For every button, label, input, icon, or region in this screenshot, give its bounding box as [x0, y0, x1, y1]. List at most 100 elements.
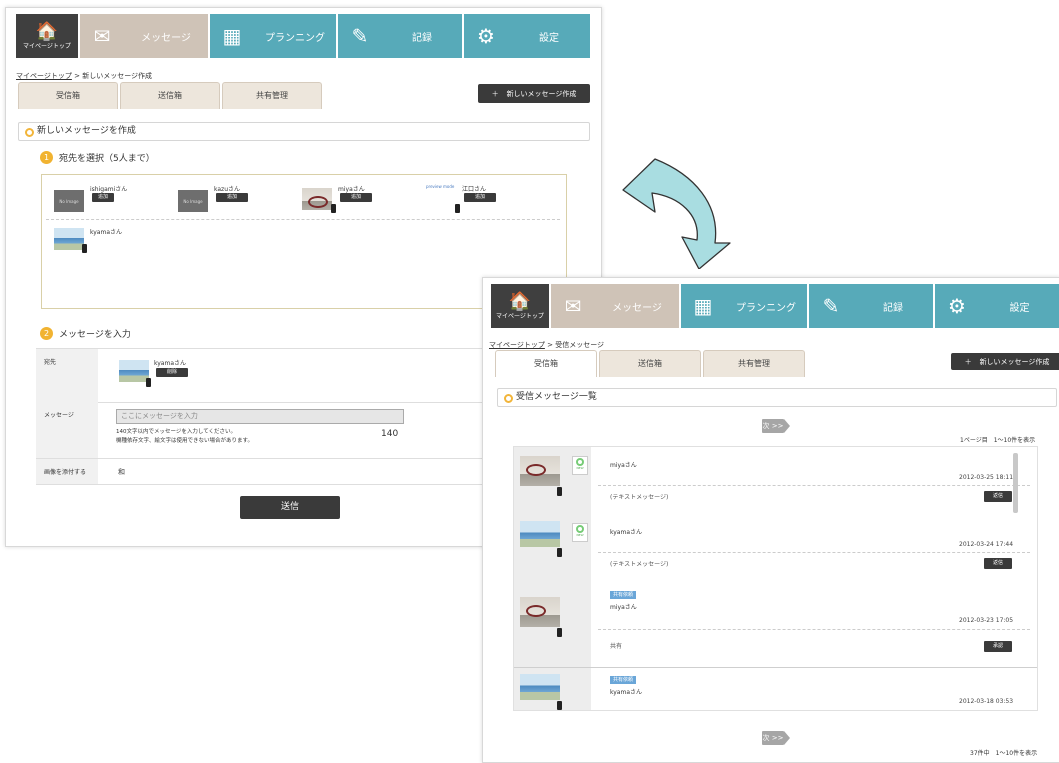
- nav-planning[interactable]: ▦ プランニング: [681, 284, 807, 328]
- section-title: 受信メッセージ一覧: [497, 388, 1057, 407]
- message-note: 140文字以内でメッセージを入力してください。 機種依存文字、絵文字は使用できな…: [116, 428, 253, 446]
- plug-icon: [331, 204, 336, 213]
- message-snippet: (テキストメッセージ): [610, 561, 669, 568]
- plug-icon: [557, 487, 562, 496]
- avatar: [520, 674, 560, 700]
- list-item[interactable]: 共有依頼 kyamaさん 2012-03-18 03:53: [514, 668, 1037, 710]
- step2-number: 2: [40, 327, 53, 340]
- nav-settings-label: 設定: [1009, 302, 1030, 314]
- scrollbar[interactable]: [1013, 453, 1018, 513]
- send-button[interactable]: 送信: [240, 496, 340, 519]
- recipient-name: 江口さん: [462, 186, 487, 193]
- message-input[interactable]: ここにメッセージを入力: [116, 409, 404, 424]
- new-message-button-label: 新しいメッセージ作成: [506, 89, 577, 98]
- new-message-button[interactable]: ＋ 新しいメッセージ作成: [951, 353, 1059, 370]
- row-divider: [598, 485, 1030, 486]
- next-page-button-bottom[interactable]: 次 >>: [762, 731, 790, 745]
- pencil-icon: ✎: [822, 294, 840, 318]
- nav-planning-label: プランニング: [736, 302, 796, 314]
- new-icon: [576, 458, 584, 466]
- attach-value[interactable]: 和: [118, 467, 125, 477]
- pager-info-bottom: 37件中 1～10件を表示: [970, 750, 1038, 757]
- mail-tabs: 受信箱 送信箱 共有管理: [18, 82, 322, 109]
- tab-share[interactable]: 共有管理: [703, 350, 805, 377]
- pencil-icon: ✎: [351, 24, 369, 48]
- avatar: [54, 228, 84, 250]
- list-item[interactable]: 共有依頼 miyaさん 2012-03-23 17:05 共有 承認: [514, 583, 1037, 668]
- to-label: 宛先: [36, 349, 98, 402]
- tab-sent[interactable]: 送信箱: [120, 82, 220, 109]
- nav-planning[interactable]: ▦ プランニング: [210, 14, 336, 58]
- gear-icon: ⚙: [948, 294, 966, 318]
- nav-message[interactable]: ✉ メッセージ: [80, 14, 208, 58]
- calendar-icon: ▦: [222, 24, 242, 48]
- plug-icon: [82, 244, 87, 253]
- preview-label: preview mode: [426, 184, 455, 189]
- approve-button[interactable]: 承認: [984, 641, 1012, 652]
- nav-message[interactable]: ✉ メッセージ: [551, 284, 679, 328]
- message-date: 2012-03-24 17:44: [959, 541, 1014, 548]
- breadcrumb-link[interactable]: マイページトップ: [489, 341, 545, 349]
- message-snippet: 共有: [610, 643, 623, 650]
- nav-message-label: メッセージ: [612, 302, 662, 314]
- remove-recipient-button[interactable]: 削除: [156, 368, 188, 377]
- message-snippet: (テキストメッセージ): [610, 494, 669, 501]
- recipient-name: kazuさん: [214, 186, 240, 193]
- nav-settings[interactable]: ⚙ 設定: [464, 14, 590, 58]
- recipient-name: miyaさん: [338, 186, 365, 193]
- nav-record[interactable]: ✎ 記録: [338, 14, 462, 58]
- avatar: No Image: [178, 190, 208, 212]
- nav-settings-label: 設定: [539, 32, 559, 44]
- breadcrumb-current: > 新しいメッセージ作成: [71, 72, 153, 80]
- share-request-tag: 共有依頼: [610, 676, 637, 684]
- tab-sent[interactable]: 送信箱: [599, 350, 701, 377]
- plug-icon: [146, 378, 151, 387]
- gear-icon: ⚙: [477, 24, 495, 48]
- nav-home[interactable]: 🏠 マイページトップ: [491, 284, 549, 328]
- breadcrumb-link[interactable]: マイページトップ: [16, 72, 72, 80]
- row-divider: [598, 629, 1030, 630]
- nav-home[interactable]: 🏠 マイページトップ: [16, 14, 78, 58]
- new-message-button[interactable]: ＋ 新しいメッセージ作成: [478, 84, 590, 103]
- list-item[interactable]: NEW miyaさん 2012-03-25 18:11 (テキストメッセージ) …: [514, 447, 1037, 515]
- plug-icon: [557, 701, 562, 710]
- recipient-divider: [46, 219, 560, 220]
- pager-info: 1ページ目 1～10件を表示: [960, 437, 1036, 444]
- section-title: 新しいメッセージを作成: [18, 122, 590, 141]
- share-request-tag: 共有依頼: [610, 591, 637, 599]
- reply-button[interactable]: 返信: [984, 558, 1012, 569]
- sender-name: miyaさん: [610, 604, 637, 611]
- step2-title: メッセージを入力: [59, 330, 131, 340]
- tab-inbox[interactable]: 受信箱: [495, 350, 597, 377]
- envelope-icon: ✉: [564, 294, 582, 318]
- mail-tabs: 受信箱 送信箱 共有管理: [495, 350, 805, 377]
- nav-settings[interactable]: ⚙ 設定: [935, 284, 1059, 328]
- tab-inbox[interactable]: 受信箱: [18, 82, 118, 109]
- tab-share[interactable]: 共有管理: [222, 82, 322, 109]
- to-name: kyamaさん: [154, 360, 187, 367]
- char-counter: 140: [381, 429, 399, 439]
- plus-icon: ＋: [491, 89, 499, 98]
- calendar-icon: ▦: [693, 294, 713, 318]
- avatar: [119, 360, 149, 382]
- inbox-screen: 🏠 マイページトップ ✉ メッセージ ▦ プランニング ✎ 記録 ⚙ 設定 マイ…: [482, 277, 1059, 763]
- house-icon: 🏠: [35, 20, 59, 42]
- reply-button[interactable]: 返信: [984, 491, 1012, 502]
- plug-icon: [455, 204, 460, 213]
- add-recipient-button[interactable]: 追加: [216, 193, 248, 202]
- nav-record[interactable]: ✎ 記録: [809, 284, 933, 328]
- next-page-button[interactable]: 次 >>: [762, 419, 790, 433]
- list-item[interactable]: NEW kyamaさん 2012-03-24 17:44 (テキストメッセージ)…: [514, 515, 1037, 583]
- envelope-icon: ✉: [93, 24, 111, 48]
- new-badge: NEW: [572, 523, 588, 542]
- nav-planning-label: プランニング: [265, 32, 325, 44]
- nav-record-label: 記録: [412, 32, 432, 44]
- add-recipient-button[interactable]: 追加: [92, 193, 114, 202]
- nav-home-label: マイページトップ: [496, 312, 544, 320]
- add-recipient-button[interactable]: 追加: [340, 193, 372, 202]
- avatar: [520, 456, 560, 486]
- step2-heading: 2 メッセージを入力: [40, 327, 131, 340]
- add-recipient-button[interactable]: 追加: [464, 193, 496, 202]
- note-line: 140文字以内でメッセージを入力してください。: [116, 429, 237, 435]
- sender-name: kyamaさん: [610, 529, 643, 536]
